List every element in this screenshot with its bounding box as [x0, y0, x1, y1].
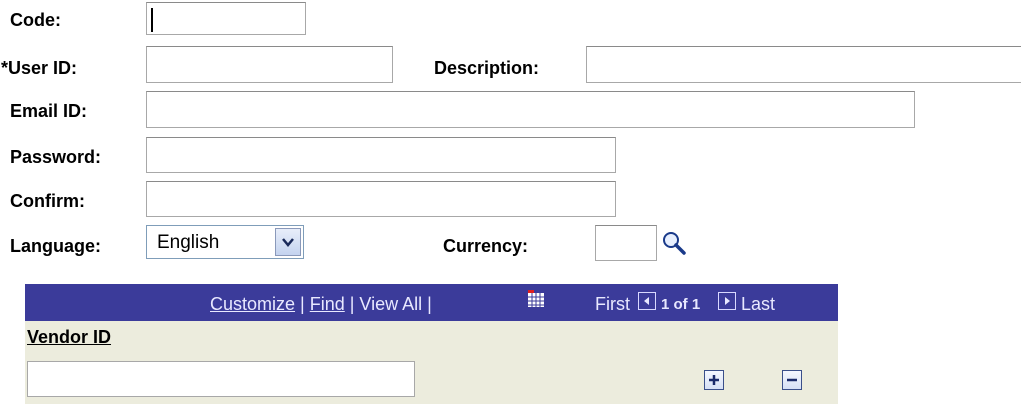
currency-label: Currency: — [443, 236, 529, 256]
language-label: Language: — [10, 236, 102, 256]
user-id-label: *User ID: — [1, 58, 78, 78]
email-id-field[interactable] — [146, 91, 915, 128]
separator: | — [295, 294, 310, 314]
last-arrow-icon[interactable] — [718, 292, 736, 310]
text-cursor — [151, 8, 153, 32]
confirm-field[interactable] — [146, 181, 616, 217]
customize-link[interactable]: Customize — [210, 294, 295, 314]
language-select-value: English — [157, 232, 220, 253]
grid-navigation-bar: Customize | Find | View All | First 1 of… — [25, 284, 838, 321]
view-all-link[interactable]: View All — [359, 294, 422, 314]
code-label: Code: — [10, 10, 61, 30]
password-field[interactable] — [146, 137, 616, 173]
confirm-label: Confirm: — [10, 191, 85, 211]
find-link[interactable]: Find — [310, 294, 345, 314]
vendor-id-field[interactable] — [27, 361, 415, 397]
first-label: First — [595, 294, 630, 314]
description-field[interactable] — [586, 46, 1021, 83]
currency-field[interactable] — [595, 225, 657, 261]
separator: | — [422, 294, 432, 314]
vendor-id-column-header[interactable]: Vendor ID — [27, 327, 111, 348]
minus-icon[interactable] — [782, 370, 802, 390]
plus-icon[interactable] — [704, 370, 724, 390]
user-id-field[interactable] — [146, 46, 393, 83]
separator: | — [344, 294, 360, 314]
chevron-down-icon[interactable] — [275, 228, 301, 256]
page-info: 1 of 1 — [661, 296, 701, 313]
password-label: Password: — [10, 147, 102, 167]
code-field[interactable] — [146, 2, 306, 35]
description-label: Description: — [434, 58, 540, 78]
email-id-label: Email ID: — [10, 101, 88, 121]
grid-download-icon[interactable] — [527, 290, 545, 308]
magnifier-icon[interactable] — [661, 230, 687, 256]
language-select[interactable]: English — [146, 225, 304, 259]
last-label: Last — [741, 294, 776, 314]
first-arrow-icon[interactable] — [638, 292, 656, 310]
